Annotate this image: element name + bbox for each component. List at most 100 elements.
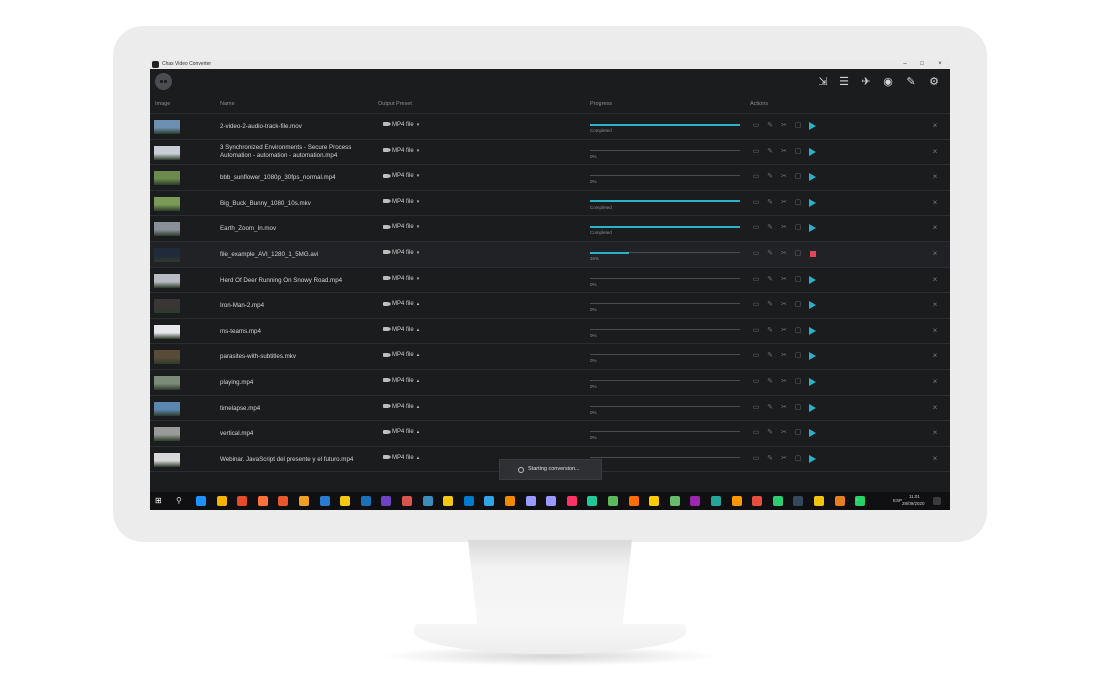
taskbar-app-icon[interactable] — [505, 496, 515, 506]
stop-button[interactable] — [810, 251, 816, 257]
remove-row-icon[interactable]: × — [930, 198, 940, 208]
table-row[interactable]: vertical.mp4 MP4 file ▴ 0% ▭ ✎ ✂ ▢ × — [150, 421, 950, 446]
subtitles-icon[interactable]: ▢ — [793, 403, 803, 413]
taskbar-app-icon[interactable] — [814, 496, 824, 506]
folder-icon[interactable]: ▭ — [751, 275, 761, 285]
play-button[interactable] — [809, 173, 816, 182]
taskbar-app-icon[interactable] — [319, 496, 330, 506]
subtitles-icon[interactable]: ▢ — [793, 147, 803, 157]
play-button[interactable] — [809, 352, 816, 361]
taskbar-app-icon[interactable] — [546, 496, 557, 506]
subtitles-icon[interactable]: ▢ — [793, 275, 803, 285]
remove-row-icon[interactable]: × — [930, 172, 940, 182]
taskbar-app-icon[interactable] — [649, 496, 660, 506]
tray-time[interactable]: 11:01 — [909, 494, 920, 499]
taskbar-app-icon[interactable] — [278, 496, 289, 506]
folder-icon[interactable]: ▭ — [751, 454, 761, 464]
folder-icon[interactable]: ▭ — [751, 403, 761, 413]
remove-row-icon[interactable]: × — [930, 403, 940, 413]
remove-row-icon[interactable]: × — [930, 377, 940, 387]
output-preset-select[interactable]: MP4 file ▾ — [383, 173, 419, 179]
table-row[interactable]: parasites-with-subtitles.mkv MP4 file ▴ 0% ▭… — [150, 344, 950, 369]
taskbar-app-icon[interactable] — [793, 496, 804, 506]
cut-scissors-icon[interactable]: ✂ — [779, 249, 789, 259]
remove-row-icon[interactable]: × — [930, 300, 940, 310]
folder-icon[interactable]: ▭ — [751, 249, 761, 259]
subtitles-icon[interactable]: ▢ — [793, 249, 803, 259]
folder-icon[interactable]: ▭ — [751, 300, 761, 310]
cut-scissors-icon[interactable]: ✂ — [779, 428, 789, 438]
taskbar-app-icon[interactable] — [566, 496, 577, 506]
taskbar-app-icon[interactable] — [484, 496, 495, 506]
taskbar-app-icon[interactable] — [834, 496, 845, 506]
output-preset-select[interactable]: MP4 file ▾ — [383, 224, 419, 230]
table-row[interactable]: 2-video-2-audio-track-file.mov MP4 file ▾ C… — [150, 114, 950, 139]
edit-pencil-icon[interactable]: ✎ — [765, 351, 775, 361]
windows-start-icon[interactable]: ⊞ — [155, 496, 165, 506]
folder-icon[interactable]: ▭ — [751, 377, 761, 387]
folder-icon[interactable]: ▭ — [751, 428, 761, 438]
search-icon[interactable]: ⚲ — [176, 496, 186, 506]
cut-scissors-icon[interactable]: ✂ — [779, 275, 789, 285]
taskbar-app-icon[interactable] — [299, 496, 309, 506]
output-preset-select[interactable]: MP4 file ▴ — [383, 327, 419, 333]
table-row[interactable]: Big_Buck_Bunny_1080_10s.mkv MP4 file ▾ Comp… — [150, 191, 950, 216]
output-preset-select[interactable]: MP4 file ▾ — [383, 122, 419, 128]
table-row[interactable]: timelapse.mp4 MP4 file ▴ 0% ▭ ✎ ✂ ▢ × — [150, 396, 950, 421]
taskbar-app-icon[interactable] — [422, 496, 433, 506]
taskbar-app-icon[interactable] — [463, 496, 474, 506]
taskbar-app-icon[interactable] — [360, 496, 371, 506]
taskbar-app-icon[interactable] — [752, 496, 763, 506]
edit-pencil-icon[interactable]: ✎ — [765, 326, 775, 336]
subtitles-icon[interactable]: ▢ — [793, 198, 803, 208]
cut-scissors-icon[interactable]: ✂ — [779, 454, 789, 464]
cut-scissors-icon[interactable]: ✂ — [779, 147, 789, 157]
output-preset-select[interactable]: MP4 file ▾ — [383, 276, 419, 282]
taskbar-app-icon[interactable] — [237, 496, 248, 506]
subtitles-icon[interactable]: ▢ — [793, 377, 803, 387]
remove-row-icon[interactable]: × — [930, 351, 940, 361]
remove-row-icon[interactable]: × — [930, 147, 940, 157]
cut-scissors-icon[interactable]: ✂ — [779, 326, 789, 336]
table-row[interactable]: Iron-Man-2.mp4 MP4 file ▴ 0% ▭ ✎ ✂ ▢ × — [150, 293, 950, 318]
gear-icon[interactable]: ⚙ — [927, 75, 941, 89]
play-button[interactable] — [809, 429, 816, 438]
remove-row-icon[interactable]: × — [930, 454, 940, 464]
convert-icon[interactable]: ✈ — [859, 75, 873, 89]
cut-scissors-icon[interactable]: ✂ — [779, 403, 789, 413]
subtitles-icon[interactable]: ▢ — [793, 223, 803, 233]
taskbar-app-icon[interactable] — [587, 496, 598, 506]
table-row[interactable]: Herd Of Deer Running On Snowy Road.mp4 MP… — [150, 268, 950, 293]
table-row[interactable]: 3 Synchronized Environments - Secure Pro… — [150, 140, 950, 165]
output-preset-select[interactable]: MP4 file ▴ — [383, 455, 419, 461]
edit-pencil-icon[interactable]: ✎ — [765, 300, 775, 310]
play-button[interactable] — [809, 378, 816, 386]
cut-scissors-icon[interactable]: ✂ — [779, 121, 789, 131]
cut-scissors-icon[interactable]: ✂ — [779, 351, 789, 361]
play-button[interactable] — [809, 403, 816, 412]
taskbar-app-icon[interactable] — [711, 496, 721, 506]
edit-pencil-icon[interactable]: ✎ — [765, 377, 775, 387]
subtitles-icon[interactable]: ▢ — [793, 454, 803, 464]
edit-pencil-icon[interactable]: ✎ — [765, 147, 775, 157]
taskbar-app-icon[interactable] — [216, 496, 227, 506]
taskbar-app-icon[interactable] — [196, 496, 206, 506]
play-button[interactable] — [809, 301, 816, 310]
add-file-icon[interactable]: ⇲ — [816, 75, 830, 89]
table-row[interactable]: file_example_AVI_1280_1_5MG.avi MP4 file ▾… — [150, 242, 950, 267]
folder-icon[interactable]: ▭ — [751, 223, 761, 233]
edit-pencil-icon[interactable]: ✎ — [765, 198, 775, 208]
taskbar-app-icon[interactable] — [443, 496, 454, 506]
taskbar-app-icon[interactable] — [690, 496, 701, 506]
play-button[interactable] — [809, 198, 816, 207]
taskbar-app-icon[interactable] — [525, 496, 536, 506]
table-row[interactable]: playing.mp4 MP4 file ▴ 0% ▭ ✎ ✂ ▢ × — [150, 370, 950, 395]
play-button[interactable] — [809, 122, 816, 130]
folder-icon[interactable]: ▭ — [751, 121, 761, 131]
cut-scissors-icon[interactable]: ✂ — [779, 377, 789, 387]
table-row[interactable]: Earth_Zoom_In.mov MP4 file ▾ Completed ▭ ✎ ✂ ▢ × — [150, 216, 950, 241]
remove-row-icon[interactable]: × — [930, 249, 940, 259]
brush-icon[interactable]: ✎ — [904, 75, 918, 89]
taskbar-app-icon[interactable] — [669, 496, 680, 506]
edit-pencil-icon[interactable]: ✎ — [765, 454, 775, 464]
